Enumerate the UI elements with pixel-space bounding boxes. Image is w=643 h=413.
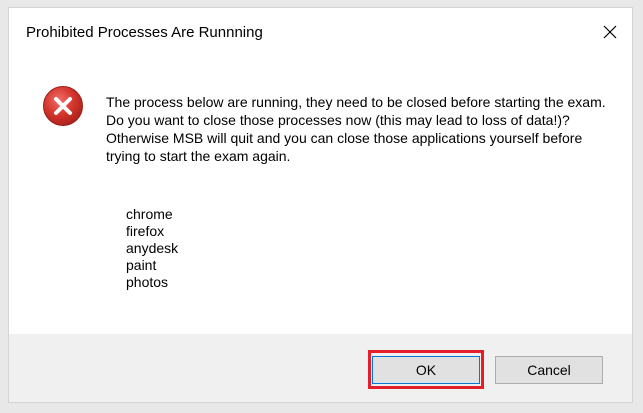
close-icon (603, 25, 617, 39)
process-item: anydesk (126, 240, 179, 256)
dialog-window: Prohibited Processes Are Runnning The pr… (8, 7, 633, 403)
dialog-content: The process below are running, they need… (9, 60, 632, 335)
close-button[interactable] (596, 18, 624, 46)
error-icon (43, 86, 83, 126)
process-item: photos (126, 274, 169, 290)
process-list: chrome firefox anydesk paint photos (126, 206, 178, 291)
window-title: Prohibited Processes Are Runnning (26, 24, 263, 41)
process-item: chrome (126, 206, 173, 222)
error-message: The process below are running, they need… (106, 94, 606, 164)
process-item: firefox (126, 223, 165, 239)
cancel-button[interactable]: Cancel (495, 356, 603, 384)
process-item: paint (126, 257, 157, 273)
button-bar: OK Cancel (9, 334, 632, 402)
ok-button[interactable]: OK (372, 356, 480, 384)
title-bar: Prohibited Processes Are Runnning (9, 8, 632, 60)
